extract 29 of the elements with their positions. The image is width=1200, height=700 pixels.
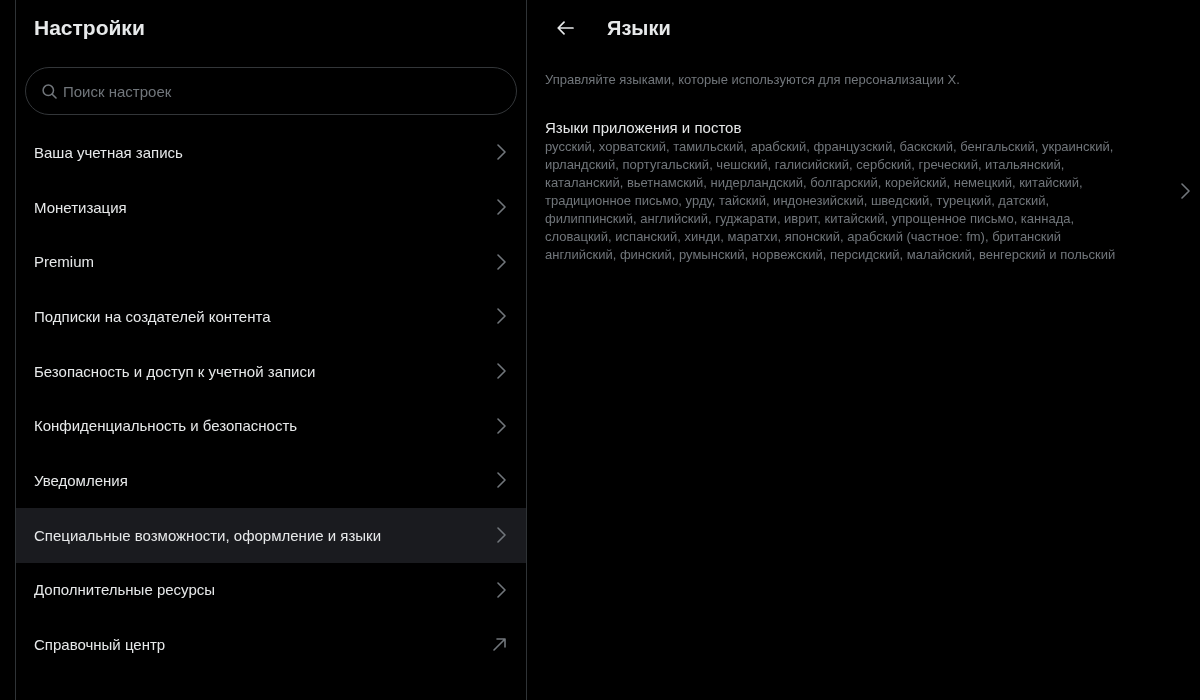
setting-title: Языки приложения и постов	[545, 118, 743, 137]
settings-menu-item[interactable]: Подписки на создателей контента	[16, 289, 526, 344]
chevron-right-icon	[497, 527, 506, 544]
settings-menu-item[interactable]: Уведомления	[16, 453, 526, 508]
diagonal-arrow-icon	[493, 638, 506, 652]
chevron-right-icon	[497, 363, 506, 380]
search-icon	[42, 84, 57, 99]
setting-value: русский, хорватский, тамильский, арабский, французский, баскский, бенгальский, украинский, ирландский, португальский, чешский, галисийский, сербский, греческий, итальянский, каталанский, вьетнамский, нидерландский, болгарский, корейский, немецкий, китайский, традиционное письмо, урду, тайский, индонезийский, шведский, турецкий, датский, филиппинский, английский, гуджарати, иврит, китайский, упрощенное письмо, каннада, словацкий, испанский, хинди, маратхи, японский, арабский (частное: fm), британский английский, финский, румынский, норвежский, персидский, малайский, венгерский и польский	[545, 138, 1117, 264]
settings-menu-item[interactable]: Справочный центр	[16, 617, 526, 672]
page-description: Управляйте языками, которые используются для персонализации X.	[544, 71, 961, 88]
chevron-right-icon	[1181, 183, 1190, 199]
sidebar-title: Настройки	[34, 16, 145, 40]
chevron-right-icon	[497, 472, 506, 489]
settings-menu-item[interactable]: Безопасность и доступ к учетной записи	[16, 343, 526, 399]
chevron-right-icon	[497, 417, 506, 434]
search-field[interactable]: Поиск настроек	[25, 67, 517, 115]
chevron-right-icon	[497, 581, 506, 598]
chevron-right-icon	[497, 253, 506, 270]
settings-menu-item[interactable]: Ваша учетная запись	[16, 125, 526, 180]
page-title: Языки	[607, 16, 671, 40]
settings-menu-item[interactable]: Монетизация	[16, 179, 526, 235]
chevron-right-icon	[497, 144, 506, 161]
settings-menu-item[interactable]: Специальные возможности, оформление и языки	[16, 507, 526, 563]
back-arrow-icon	[556, 21, 574, 35]
chevron-right-icon	[497, 199, 506, 216]
settings-menu-item[interactable]: Дополнительные ресурсы	[16, 562, 526, 618]
chevron-right-icon	[497, 308, 506, 325]
settings-menu-item[interactable]: Premium	[16, 234, 526, 290]
settings-menu-item[interactable]: Конфиденциальность и безопасность	[16, 398, 526, 454]
